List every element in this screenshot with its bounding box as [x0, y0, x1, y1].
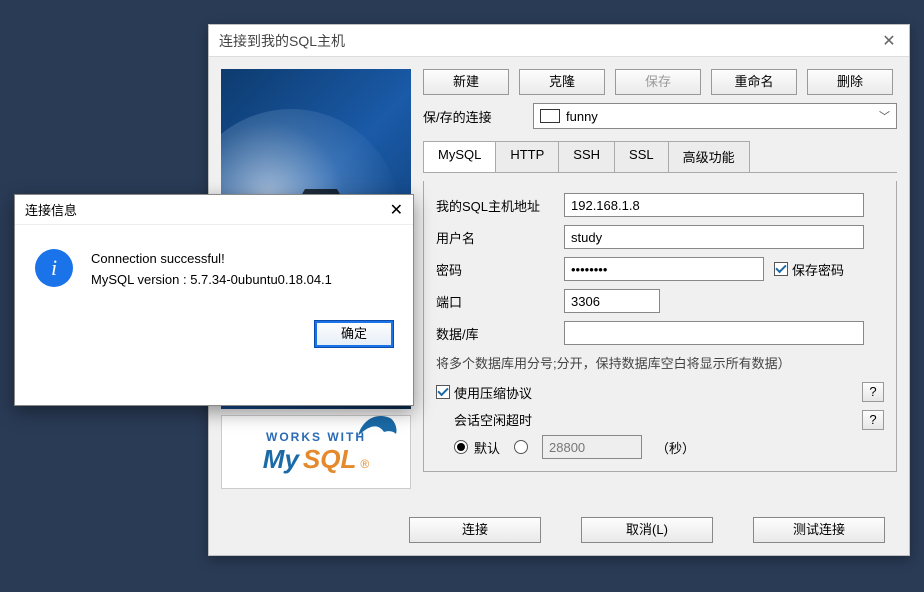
mysql-logo-r: ® — [360, 457, 369, 471]
titlebar: 连接到我的SQL主机 ✕ — [209, 25, 909, 57]
database-label: 数据/库 — [436, 324, 554, 343]
chevron-down-icon: ﹀ — [879, 108, 890, 124]
host-input[interactable] — [564, 193, 864, 217]
tab-mysql[interactable]: MySQL — [423, 141, 496, 172]
ok-button[interactable]: 确定 — [315, 321, 393, 347]
checkbox-icon — [436, 385, 450, 399]
port-input[interactable] — [564, 289, 660, 313]
delete-button[interactable]: 删除 — [807, 69, 893, 95]
dialog-title: 连接信息 — [25, 200, 77, 219]
dolphin-icon — [354, 408, 402, 442]
tab-advanced[interactable]: 高级功能 — [668, 141, 750, 172]
cancel-button[interactable]: 取消(L) — [581, 517, 713, 543]
password-input[interactable] — [564, 257, 764, 281]
mysql-logo-sql: SQL — [303, 444, 356, 475]
compress-checkbox[interactable]: 使用压缩协议 — [436, 383, 532, 402]
saved-connection-label: 保/存的连接 — [423, 107, 519, 126]
rename-button[interactable]: 重命名 — [711, 69, 797, 95]
password-label: 密码 — [436, 260, 554, 279]
works-with-mysql-badge: WORKS WITH MySQL ® — [221, 415, 411, 489]
compress-label: 使用压缩协议 — [454, 383, 532, 402]
connect-button[interactable]: 连接 — [409, 517, 541, 543]
dialog-message-line1: Connection successful! — [91, 249, 332, 270]
idle-custom-radio[interactable] — [514, 440, 528, 454]
clone-button[interactable]: 克隆 — [519, 69, 605, 95]
window-title: 连接到我的SQL主机 — [219, 31, 345, 51]
saved-connection-value: funny — [566, 109, 873, 124]
help-idle-button[interactable]: ? — [862, 410, 884, 430]
tabs: MySQL HTTP SSH SSL 高级功能 — [423, 141, 897, 173]
color-swatch — [540, 109, 560, 123]
database-input[interactable] — [564, 321, 864, 345]
idle-default-label: 默认 — [474, 438, 500, 457]
info-icon: i — [35, 249, 73, 287]
seconds-unit: （秒） — [656, 438, 695, 457]
help-compress-button[interactable]: ? — [862, 382, 884, 402]
test-connection-button[interactable]: 测试连接 — [753, 517, 885, 543]
tab-ssh[interactable]: SSH — [558, 141, 615, 172]
tab-ssl[interactable]: SSL — [614, 141, 669, 172]
save-button: 保存 — [615, 69, 701, 95]
close-icon[interactable]: ✕ — [879, 31, 899, 51]
mysql-logo-my: My — [263, 444, 299, 475]
user-input[interactable] — [564, 225, 864, 249]
idle-default-radio[interactable]: 默认 — [454, 438, 500, 457]
idle-seconds-input[interactable] — [542, 435, 642, 459]
port-label: 端口 — [436, 292, 554, 311]
idle-timeout-label: 会话空闲超时 — [454, 410, 695, 429]
database-hint: 将多个数据库用分号;分开，保持数据库空白将显示所有数据） — [436, 353, 884, 372]
saved-connection-combo[interactable]: funny ﹀ — [533, 103, 897, 129]
radio-icon — [514, 440, 528, 454]
radio-icon — [454, 440, 468, 454]
tab-http[interactable]: HTTP — [495, 141, 559, 172]
host-label: 我的SQL主机地址 — [436, 196, 554, 215]
save-password-checkbox[interactable]: 保存密码 — [774, 260, 844, 279]
connection-info-dialog: 连接信息 ✕ i Connection successful! MySQL ve… — [14, 194, 414, 406]
new-button[interactable]: 新建 — [423, 69, 509, 95]
close-icon[interactable]: ✕ — [390, 200, 403, 220]
tab-panel-mysql: 我的SQL主机地址 用户名 密码 保存密码 端口 — [423, 181, 897, 472]
works-with-text: WORKS WITH — [266, 430, 366, 444]
dialog-message-line2: MySQL version : 5.7.34-0ubuntu0.18.04.1 — [91, 270, 332, 291]
save-password-label: 保存密码 — [792, 260, 844, 279]
checkbox-icon — [774, 262, 788, 276]
user-label: 用户名 — [436, 228, 554, 247]
